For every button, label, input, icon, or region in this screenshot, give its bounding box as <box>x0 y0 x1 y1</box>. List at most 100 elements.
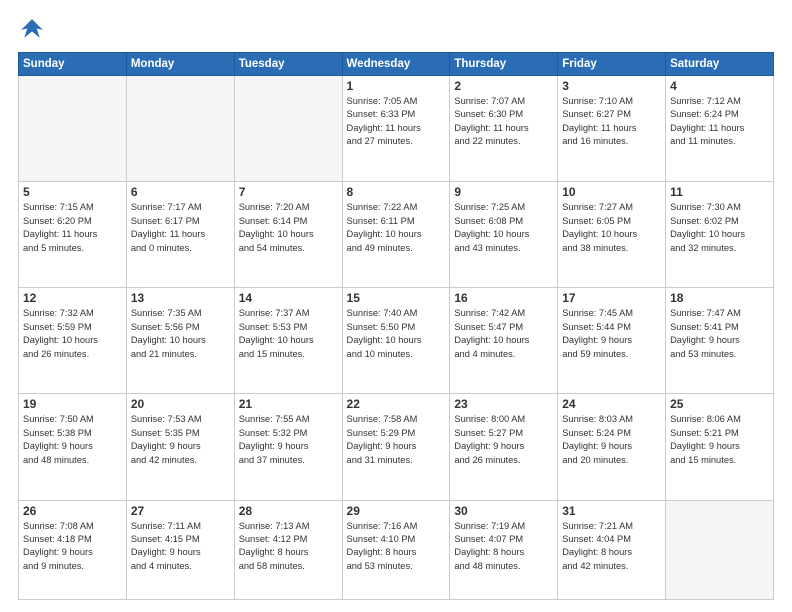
day-number: 30 <box>454 504 553 518</box>
day-info: Sunrise: 7:40 AM Sunset: 5:50 PM Dayligh… <box>347 307 446 361</box>
page: SundayMondayTuesdayWednesdayThursdayFrid… <box>0 0 792 612</box>
day-info: Sunrise: 7:11 AM Sunset: 4:15 PM Dayligh… <box>131 520 230 574</box>
day-info: Sunrise: 7:12 AM Sunset: 6:24 PM Dayligh… <box>670 95 769 149</box>
day-info: Sunrise: 7:17 AM Sunset: 6:17 PM Dayligh… <box>131 201 230 255</box>
day-number: 7 <box>239 185 338 199</box>
calendar-table: SundayMondayTuesdayWednesdayThursdayFrid… <box>18 52 774 600</box>
day-info: Sunrise: 7:45 AM Sunset: 5:44 PM Dayligh… <box>562 307 661 361</box>
day-info: Sunrise: 7:10 AM Sunset: 6:27 PM Dayligh… <box>562 95 661 149</box>
weekday-saturday: Saturday <box>666 53 774 76</box>
day-info: Sunrise: 7:19 AM Sunset: 4:07 PM Dayligh… <box>454 520 553 574</box>
calendar-cell: 1 Sunrise: 7:05 AM Sunset: 6:33 PM Daylig… <box>342 76 450 182</box>
weekday-wednesday: Wednesday <box>342 53 450 76</box>
calendar-cell: 9 Sunrise: 7:25 AM Sunset: 6:08 PM Daylig… <box>450 182 558 288</box>
day-number: 1 <box>347 79 446 93</box>
week-row-3: 19 Sunrise: 7:50 AM Sunset: 5:38 PM Dayli… <box>19 394 774 500</box>
calendar-cell: 29 Sunrise: 7:16 AM Sunset: 4:10 PM Dayli… <box>342 500 450 600</box>
calendar-cell: 23Sunrise: 8:00 AM Sunset: 5:27 PM Dayli… <box>450 394 558 500</box>
calendar-cell: 18Sunrise: 7:47 AM Sunset: 5:41 PM Dayli… <box>666 288 774 394</box>
day-number: 16 <box>454 291 553 305</box>
calendar-cell: 10 Sunrise: 7:27 AM Sunset: 6:05 PM Dayli… <box>558 182 666 288</box>
day-number: 11 <box>670 185 769 199</box>
day-number: 31 <box>562 504 661 518</box>
day-info: Sunrise: 7:32 AM Sunset: 5:59 PM Dayligh… <box>23 307 122 361</box>
calendar-cell: 15 Sunrise: 7:40 AM Sunset: 5:50 PM Dayli… <box>342 288 450 394</box>
day-info: Sunrise: 7:16 AM Sunset: 4:10 PM Dayligh… <box>347 520 446 574</box>
calendar-cell: 14 Sunrise: 7:37 AM Sunset: 5:53 PM Dayli… <box>234 288 342 394</box>
day-number: 9 <box>454 185 553 199</box>
day-number: 27 <box>131 504 230 518</box>
day-info: Sunrise: 7:35 AM Sunset: 5:56 PM Dayligh… <box>131 307 230 361</box>
calendar-cell: 5 Sunrise: 7:15 AM Sunset: 6:20 PM Daylig… <box>19 182 127 288</box>
calendar-cell: 12 Sunrise: 7:32 AM Sunset: 5:59 PM Dayli… <box>19 288 127 394</box>
calendar-cell: 27 Sunrise: 7:11 AM Sunset: 4:15 PM Dayli… <box>126 500 234 600</box>
weekday-sunday: Sunday <box>19 53 127 76</box>
day-info: Sunrise: 7:27 AM Sunset: 6:05 PM Dayligh… <box>562 201 661 255</box>
day-number: 29 <box>347 504 446 518</box>
calendar-cell: 30 Sunrise: 7:19 AM Sunset: 4:07 PM Dayli… <box>450 500 558 600</box>
day-info: Sunrise: 7:05 AM Sunset: 6:33 PM Dayligh… <box>347 95 446 149</box>
day-number: 26 <box>23 504 122 518</box>
week-row-2: 12 Sunrise: 7:32 AM Sunset: 5:59 PM Dayli… <box>19 288 774 394</box>
calendar-cell: 21 Sunrise: 7:55 AM Sunset: 5:32 PM Dayli… <box>234 394 342 500</box>
week-row-1: 5 Sunrise: 7:15 AM Sunset: 6:20 PM Daylig… <box>19 182 774 288</box>
day-number: 18 <box>670 291 769 305</box>
calendar-cell: 25Sunrise: 8:06 AM Sunset: 5:21 PM Dayli… <box>666 394 774 500</box>
header <box>18 16 774 44</box>
day-info: Sunrise: 8:06 AM Sunset: 5:21 PM Dayligh… <box>670 413 769 467</box>
day-info: Sunrise: 7:20 AM Sunset: 6:14 PM Dayligh… <box>239 201 338 255</box>
day-info: Sunrise: 8:03 AM Sunset: 5:24 PM Dayligh… <box>562 413 661 467</box>
day-number: 14 <box>239 291 338 305</box>
day-number: 28 <box>239 504 338 518</box>
week-row-0: 1 Sunrise: 7:05 AM Sunset: 6:33 PM Daylig… <box>19 76 774 182</box>
day-info: Sunrise: 7:25 AM Sunset: 6:08 PM Dayligh… <box>454 201 553 255</box>
day-info: Sunrise: 7:08 AM Sunset: 4:18 PM Dayligh… <box>23 520 122 574</box>
calendar-cell <box>19 76 127 182</box>
day-info: Sunrise: 7:55 AM Sunset: 5:32 PM Dayligh… <box>239 413 338 467</box>
weekday-tuesday: Tuesday <box>234 53 342 76</box>
day-number: 22 <box>347 397 446 411</box>
calendar-cell: 17Sunrise: 7:45 AM Sunset: 5:44 PM Dayli… <box>558 288 666 394</box>
day-number: 3 <box>562 79 661 93</box>
calendar-cell: 6 Sunrise: 7:17 AM Sunset: 6:17 PM Daylig… <box>126 182 234 288</box>
day-info: Sunrise: 7:53 AM Sunset: 5:35 PM Dayligh… <box>131 413 230 467</box>
calendar-cell: 20Sunrise: 7:53 AM Sunset: 5:35 PM Dayli… <box>126 394 234 500</box>
day-number: 19 <box>23 397 122 411</box>
day-info: Sunrise: 7:37 AM Sunset: 5:53 PM Dayligh… <box>239 307 338 361</box>
day-number: 2 <box>454 79 553 93</box>
calendar-cell: 13 Sunrise: 7:35 AM Sunset: 5:56 PM Dayli… <box>126 288 234 394</box>
day-number: 10 <box>562 185 661 199</box>
day-number: 5 <box>23 185 122 199</box>
calendar-cell: 4Sunrise: 7:12 AM Sunset: 6:24 PM Daylig… <box>666 76 774 182</box>
calendar-cell <box>126 76 234 182</box>
calendar-cell: 31 Sunrise: 7:21 AM Sunset: 4:04 PM Dayli… <box>558 500 666 600</box>
day-number: 21 <box>239 397 338 411</box>
calendar-cell: 7 Sunrise: 7:20 AM Sunset: 6:14 PM Daylig… <box>234 182 342 288</box>
day-number: 12 <box>23 291 122 305</box>
calendar-cell: 22Sunrise: 7:58 AM Sunset: 5:29 PM Dayli… <box>342 394 450 500</box>
week-row-4: 26 Sunrise: 7:08 AM Sunset: 4:18 PM Dayli… <box>19 500 774 600</box>
calendar-cell <box>666 500 774 600</box>
weekday-friday: Friday <box>558 53 666 76</box>
logo-icon <box>18 16 46 44</box>
calendar-cell: 2 Sunrise: 7:07 AM Sunset: 6:30 PM Daylig… <box>450 76 558 182</box>
day-number: 6 <box>131 185 230 199</box>
calendar-cell: 26 Sunrise: 7:08 AM Sunset: 4:18 PM Dayli… <box>19 500 127 600</box>
day-info: Sunrise: 8:00 AM Sunset: 5:27 PM Dayligh… <box>454 413 553 467</box>
day-number: 13 <box>131 291 230 305</box>
calendar-cell: 28 Sunrise: 7:13 AM Sunset: 4:12 PM Dayli… <box>234 500 342 600</box>
day-info: Sunrise: 7:22 AM Sunset: 6:11 PM Dayligh… <box>347 201 446 255</box>
day-info: Sunrise: 7:50 AM Sunset: 5:38 PM Dayligh… <box>23 413 122 467</box>
weekday-thursday: Thursday <box>450 53 558 76</box>
day-info: Sunrise: 7:30 AM Sunset: 6:02 PM Dayligh… <box>670 201 769 255</box>
calendar-cell <box>234 76 342 182</box>
day-number: 15 <box>347 291 446 305</box>
calendar-cell: 24 Sunrise: 8:03 AM Sunset: 5:24 PM Dayli… <box>558 394 666 500</box>
day-info: Sunrise: 7:07 AM Sunset: 6:30 PM Dayligh… <box>454 95 553 149</box>
day-number: 24 <box>562 397 661 411</box>
day-info: Sunrise: 7:13 AM Sunset: 4:12 PM Dayligh… <box>239 520 338 574</box>
day-number: 8 <box>347 185 446 199</box>
day-info: Sunrise: 7:21 AM Sunset: 4:04 PM Dayligh… <box>562 520 661 574</box>
day-info: Sunrise: 7:15 AM Sunset: 6:20 PM Dayligh… <box>23 201 122 255</box>
weekday-header-row: SundayMondayTuesdayWednesdayThursdayFrid… <box>19 53 774 76</box>
